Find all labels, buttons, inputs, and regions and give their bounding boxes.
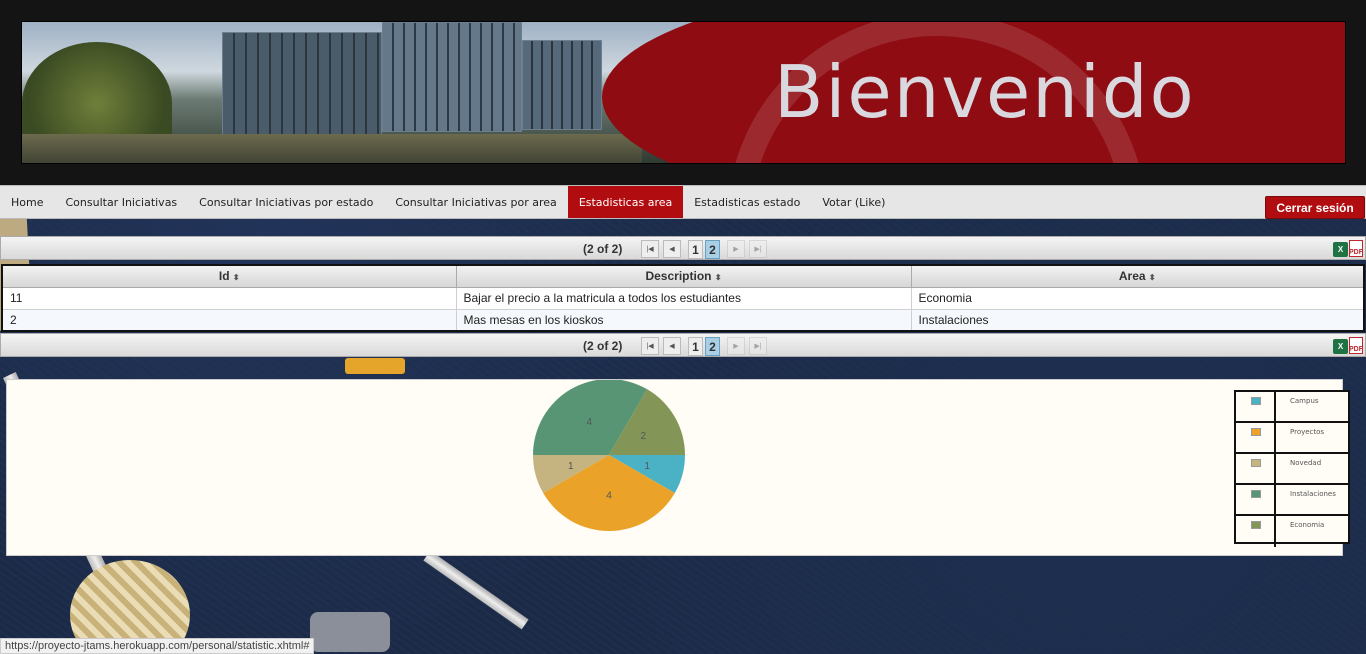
legend-color [1251, 490, 1261, 498]
chart-legend: Campus Proyectos Novedad Instalaciones Econo… [1234, 390, 1350, 547]
legend-item: Proyectos [1236, 423, 1348, 454]
legend-color [1251, 459, 1261, 467]
cell-area: Economia [910, 286, 1365, 310]
logout-button[interactable]: Cerrar sesión [1265, 196, 1365, 219]
table-row[interactable]: 11 Bajar el precio a la matricula a todo… [1, 286, 1365, 310]
page-report: (2 of 2) [583, 339, 623, 353]
last-page-icon[interactable]: ▶| [749, 240, 767, 258]
status-url: https://proyecto-jtams.herokuapp.com/per… [0, 638, 315, 654]
pie-data-label: 1 [568, 461, 574, 472]
menu-item-consultar-por-area[interactable]: Consultar Iniciativas por area [384, 186, 567, 218]
menu-item-votar[interactable]: Votar (Like) [811, 186, 896, 218]
paginator-bottom: (2 of 2) |◀ ◀ 1 2 ▶ ▶| X PDF [0, 333, 1366, 357]
legend-label: Novedad [1290, 459, 1322, 467]
first-page-icon[interactable]: |◀ [641, 337, 659, 355]
legend-item: Economia [1236, 516, 1348, 547]
legend-item: Campus [1236, 392, 1348, 423]
cell-id: 2 [1, 308, 457, 332]
menu-item-home[interactable]: Home [0, 186, 54, 218]
main-menu: Home Consultar Iniciativas Consultar Ini… [0, 185, 1366, 219]
excel-icon[interactable]: X [1333, 339, 1348, 354]
tape-decoration [345, 358, 405, 374]
header: Bienvenido [0, 0, 1366, 185]
page-link-2[interactable]: 2 [705, 240, 720, 259]
legend-label: Campus [1290, 397, 1319, 405]
pie-chart-panel: 1 4 1 4 2 [6, 378, 1343, 556]
sort-icon: ⬍ [1148, 273, 1156, 283]
legend-swatch [1236, 485, 1276, 514]
pie-chart: 1 4 1 4 2 [533, 378, 685, 531]
legend-color [1251, 521, 1261, 529]
clip-decoration [310, 612, 390, 652]
banner-ground-image [22, 134, 642, 163]
excel-icon[interactable]: X [1333, 242, 1348, 257]
cell-id: 11 [1, 286, 457, 310]
legend-item: Instalaciones [1236, 485, 1348, 516]
paginator-top: (2 of 2) |◀ ◀ 1 2 ▶ ▶| X PDF [0, 236, 1366, 260]
cell-description: Bajar el precio a la matricula a todos l… [455, 286, 912, 310]
banner-building-image [522, 40, 602, 130]
pdf-icon[interactable]: PDF [1349, 240, 1363, 257]
column-header-id[interactable]: Id ⬍ [1, 264, 457, 288]
column-header-area[interactable]: Area ⬍ [910, 264, 1365, 288]
pie-data-label: 4 [606, 491, 612, 502]
legend-swatch [1236, 516, 1276, 547]
column-header-description[interactable]: Description ⬍ [455, 264, 912, 288]
menu-item-consultar-por-estado[interactable]: Consultar Iniciativas por estado [188, 186, 384, 218]
next-page-icon[interactable]: ▶ [727, 240, 745, 258]
banner: Bienvenido [21, 21, 1346, 164]
pdf-icon[interactable]: PDF [1349, 337, 1363, 354]
page-link-1[interactable]: 1 [688, 240, 703, 259]
table-row[interactable]: 2 Mas mesas en los kioskos Instalaciones [1, 308, 1365, 332]
cell-area: Instalaciones [910, 308, 1365, 332]
legend-label: Instalaciones [1290, 490, 1336, 498]
pie-data-label: 2 [640, 431, 646, 442]
welcome-title: Bienvenido [774, 50, 1196, 134]
legend-label: Proyectos [1290, 428, 1325, 436]
pie-data-label: 1 [644, 461, 650, 472]
legend-swatch [1236, 454, 1276, 483]
legend-color [1251, 397, 1261, 405]
page-report: (2 of 2) [583, 242, 623, 256]
prev-page-icon[interactable]: ◀ [663, 240, 681, 258]
page-link-1[interactable]: 1 [688, 337, 703, 356]
next-page-icon[interactable]: ▶ [727, 337, 745, 355]
menu-item-estadisticas-area[interactable]: Estadisticas area [567, 186, 684, 218]
initiatives-table: Id ⬍ Description ⬍ Area ⬍ 11 Bajar el pr… [1, 264, 1365, 332]
banner-building-image [222, 32, 382, 137]
pencil-decoration [423, 550, 529, 630]
first-page-icon[interactable]: |◀ [641, 240, 659, 258]
pie-data-label: 4 [586, 417, 592, 428]
legend-swatch [1236, 392, 1276, 421]
sort-icon: ⬍ [714, 273, 722, 283]
cell-description: Mas mesas en los kioskos [455, 308, 912, 332]
page-link-2[interactable]: 2 [705, 337, 720, 356]
last-page-icon[interactable]: ▶| [749, 337, 767, 355]
menu-item-estadisticas-estado[interactable]: Estadisticas estado [683, 186, 811, 218]
legend-label: Economia [1290, 521, 1325, 529]
menu-item-consultar-iniciativas[interactable]: Consultar Iniciativas [54, 186, 188, 218]
legend-item: Novedad [1236, 454, 1348, 485]
legend-swatch [1236, 423, 1276, 452]
sort-icon: ⬍ [232, 273, 240, 283]
prev-page-icon[interactable]: ◀ [663, 337, 681, 355]
banner-building-image [382, 22, 522, 132]
legend-color [1251, 428, 1261, 436]
